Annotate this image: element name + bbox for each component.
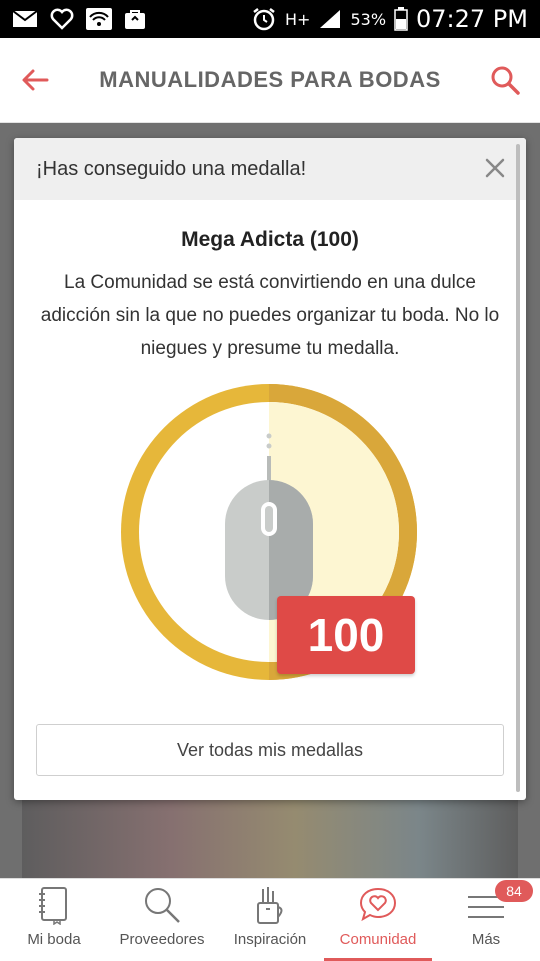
back-button[interactable] — [0, 68, 70, 92]
app-bar: MANUALIDADES PARA BODAS — [0, 38, 540, 123]
nav-label: Comunidad — [339, 931, 417, 948]
medal-count-badge: 100 — [277, 596, 415, 674]
status-bar: H+ 53% 07:27 PM — [0, 0, 540, 38]
search-icon — [145, 888, 180, 923]
medal-name: Mega Adicta (100) — [181, 228, 359, 251]
arrow-left-icon — [22, 69, 49, 91]
battery-percent: 53% — [350, 9, 387, 29]
craft-cup-icon — [257, 887, 283, 924]
close-icon — [485, 158, 505, 178]
notebook-icon — [39, 887, 67, 925]
nav-label: Mi boda — [27, 931, 81, 948]
mail-icon — [12, 9, 38, 29]
alarm-icon — [251, 6, 277, 32]
nav-label: Más — [471, 931, 501, 948]
scrollbar[interactable] — [516, 144, 520, 792]
nav-proveedores[interactable]: Proveedores — [108, 879, 216, 961]
dialog-header: ¡Has conseguido una medalla! — [14, 138, 526, 200]
medal-description: La Comunidad se está convirtiendo en una… — [40, 272, 500, 359]
dialog-title: ¡Has conseguido una medalla! — [36, 157, 307, 180]
nav-inspiracion[interactable]: Inspiración — [216, 879, 324, 961]
heart-outline-icon — [50, 8, 74, 30]
search-icon — [491, 66, 520, 95]
heart-chat-icon — [359, 887, 397, 922]
shopping-bag-icon — [124, 8, 146, 30]
view-all-medals-button[interactable]: Ver todas mis medallas — [36, 724, 504, 776]
nav-label: Inspiración — [233, 931, 307, 948]
nav-mi-boda[interactable]: Mi boda — [0, 879, 108, 961]
wifi-icon — [86, 8, 112, 30]
clock: 07:27 PM — [416, 5, 528, 33]
signal-icon — [318, 8, 342, 30]
notification-badge: 84 — [495, 880, 533, 902]
nav-comunidad[interactable]: Comunidad — [324, 879, 432, 961]
page-title: MANUALIDADES PARA BODAS — [99, 67, 441, 92]
search-button[interactable] — [470, 64, 540, 96]
medal-dialog: ¡Has conseguido una medalla! Mega Adicta… — [14, 138, 526, 800]
battery-icon — [394, 7, 408, 31]
network-type: H+ — [285, 9, 311, 29]
bottom-navigation: Mi boda Proveedores Inspiración Comunida… — [0, 878, 540, 961]
background-photo — [22, 800, 518, 878]
nav-label: Proveedores — [119, 931, 205, 948]
close-button[interactable] — [480, 153, 510, 183]
